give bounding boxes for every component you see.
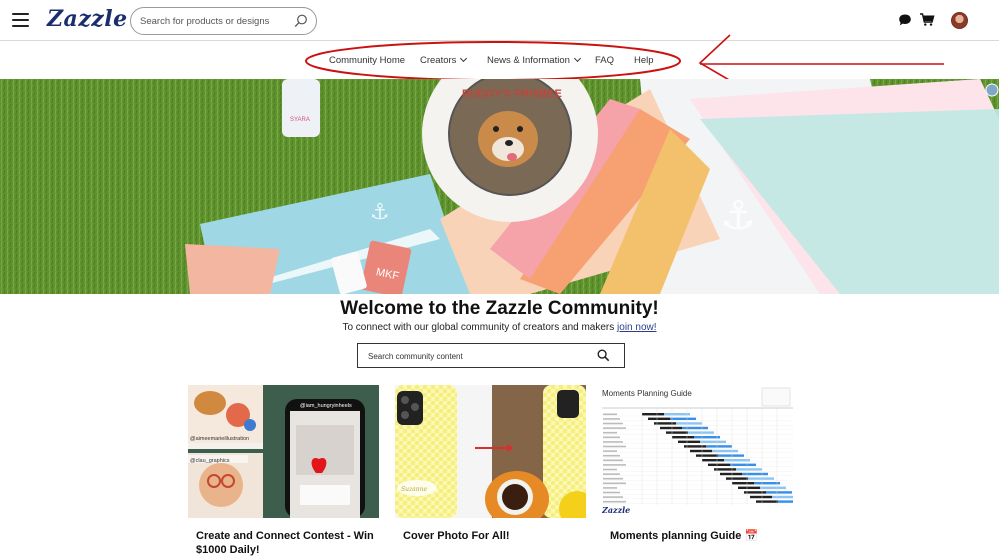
svg-text:Suzanne: Suzanne: [401, 486, 427, 493]
cover-photo-thumbnail: Suzanne: [395, 385, 586, 518]
join-now-link[interactable]: join now!: [617, 322, 656, 333]
community-search[interactable]: [357, 343, 625, 368]
community-search-input[interactable]: [368, 349, 588, 363]
card-title[interactable]: Moments planning Guide 📅: [610, 529, 790, 543]
moments-guide-thumbnail: Moments Planning Guide Zazzle: [602, 385, 793, 518]
product-search-input[interactable]: [140, 13, 290, 30]
chevron-down-icon: [460, 54, 468, 63]
search-icon[interactable]: [597, 349, 610, 362]
svg-text:⚓: ⚓: [370, 200, 390, 225]
contest-thumbnail: @aimeemarieillustration @clau_graphics @…: [188, 385, 379, 518]
moments-guide-card[interactable]: Moments Planning Guide Zazzle Moments pl…: [602, 385, 793, 548]
chevron-down-icon: [573, 54, 581, 63]
card-title[interactable]: Cover Photo For All!: [403, 529, 583, 543]
user-avatar[interactable]: [951, 12, 968, 29]
contest-card[interactable]: @aimeemarieillustration @clau_graphics @…: [188, 385, 379, 556]
zazzle-logo[interactable]: Zazzle: [47, 6, 128, 32]
welcome-subtitle: To connect with our global community of …: [342, 322, 657, 333]
svg-text:@iam_hungryinheels: @iam_hungryinheels: [300, 403, 352, 409]
nav-faq[interactable]: FAQ: [595, 55, 614, 66]
nav-news-information[interactable]: News & Information: [487, 54, 581, 66]
card-title[interactable]: Create and Connect Contest - Win $1000 D…: [196, 529, 376, 557]
page-title: Welcome to the Zazzle Community!: [340, 298, 659, 319]
nav-help[interactable]: Help: [634, 55, 654, 66]
svg-text:@clau_graphics: @clau_graphics: [190, 458, 230, 464]
svg-text:⚓: ⚓: [720, 193, 756, 239]
chat-icon[interactable]: [898, 13, 912, 27]
cart-icon[interactable]: [919, 12, 935, 27]
frisbee-text: BUDDY'S FRISBEE: [462, 88, 562, 100]
svg-text:Zazzle: Zazzle: [602, 505, 630, 515]
community-nav: Community Home Creators News & Informati…: [0, 41, 999, 79]
svg-text:Moments Planning Guide: Moments Planning Guide: [602, 389, 692, 398]
hero-image: SYARA BUDDY'S FRISBEE MKF ⚓ ⚓: [0, 79, 999, 294]
product-search[interactable]: [130, 7, 317, 35]
hero-banner: SYARA BUDDY'S FRISBEE MKF ⚓ ⚓: [0, 79, 999, 294]
nav-creators[interactable]: Creators: [420, 54, 468, 66]
menu-icon[interactable]: [12, 13, 29, 27]
top-bar: Zazzle: [0, 0, 999, 41]
svg-text:@aimeemarieillustration: @aimeemarieillustration: [190, 436, 249, 442]
svg-text:SYARA: SYARA: [290, 117, 310, 123]
cover-photo-card[interactable]: Suzanne Cover Photo For All!: [395, 385, 586, 548]
search-icon[interactable]: [294, 14, 308, 28]
nav-community-home[interactable]: Community Home: [329, 55, 405, 66]
